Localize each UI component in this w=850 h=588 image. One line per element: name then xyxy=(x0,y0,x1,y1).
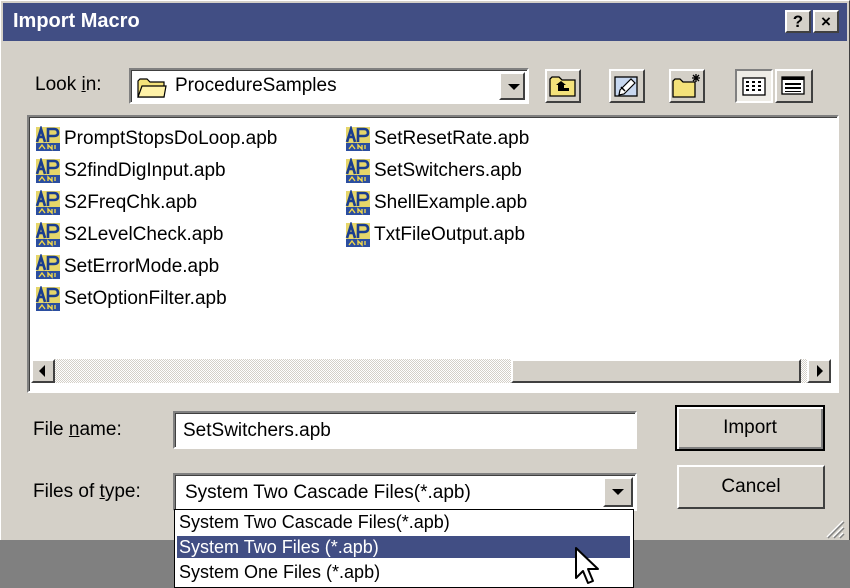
folder-icon xyxy=(137,78,167,98)
file-type-option[interactable]: System Two Cascade Files(*.apb) xyxy=(177,511,630,533)
file-name: TxtFileOutput.apb xyxy=(374,224,526,245)
files-of-type-value: System Two Cascade Files(*.apb) xyxy=(185,482,471,503)
files-of-type-dropdown-arrow[interactable] xyxy=(603,477,633,507)
look-in-dropdown-arrow[interactable] xyxy=(499,72,525,100)
file-name: ShellExample.apb xyxy=(374,192,528,213)
file-item[interactable]: SetSwitchers.apb xyxy=(345,158,522,184)
files-of-type-list[interactable]: System Two Cascade Files(*.apb) System Tw… xyxy=(174,509,634,588)
file-item[interactable]: PromptStopsDoLoop.apb xyxy=(35,126,277,152)
cancel-button[interactable]: Cancel xyxy=(677,465,825,509)
macro-file-icon xyxy=(35,158,60,183)
macro-file-icon xyxy=(345,190,370,215)
arrow-left-icon xyxy=(39,365,45,377)
file-item[interactable]: SetOptionFilter.apb xyxy=(35,286,227,312)
mouse-pointer-icon xyxy=(575,547,599,584)
up-one-level-button[interactable] xyxy=(545,69,581,103)
list-view-icon xyxy=(742,77,766,96)
file-list[interactable]: PromptStopsDoLoop.apb S2findDigInput.apb S… xyxy=(27,115,839,393)
horizontal-scrollbar[interactable] xyxy=(31,359,831,383)
list-view-button[interactable] xyxy=(735,69,773,103)
files-of-type-label: Files of type: xyxy=(33,481,141,502)
scroll-thumb[interactable] xyxy=(511,359,801,383)
desktop-button[interactable] xyxy=(609,69,645,103)
file-name-label: File name: xyxy=(33,419,122,440)
scroll-right-button[interactable] xyxy=(807,359,831,383)
resize-grip-icon[interactable] xyxy=(823,517,845,539)
file-name: S2findDigInput.apb xyxy=(64,160,226,181)
import-button[interactable]: Import xyxy=(675,405,825,451)
file-item[interactable]: S2FreqChk.apb xyxy=(35,190,197,216)
macro-file-icon xyxy=(35,190,60,215)
file-name: SetOptionFilter.apb xyxy=(64,288,227,309)
scroll-left-button[interactable] xyxy=(31,359,55,383)
up-folder-icon xyxy=(549,76,576,97)
look-in-dropdown[interactable]: ProcedureSamples xyxy=(129,68,529,104)
file-name: SetSwitchers.apb xyxy=(374,160,522,181)
macro-file-icon xyxy=(345,158,370,183)
details-view-icon xyxy=(781,76,805,95)
file-item[interactable]: ShellExample.apb xyxy=(345,190,527,216)
look-in-value: ProcedureSamples xyxy=(175,75,337,96)
files-of-type-dropdown[interactable]: System Two Cascade Files(*.apb) xyxy=(173,473,637,511)
macro-file-icon xyxy=(35,222,60,247)
file-item[interactable]: SetErrorMode.apb xyxy=(35,254,219,280)
file-name-input[interactable]: SetSwitchers.apb xyxy=(173,411,637,449)
file-name: PromptStopsDoLoop.apb xyxy=(64,128,278,149)
file-item[interactable]: TxtFileOutput.apb xyxy=(345,222,525,248)
file-item[interactable]: S2findDigInput.apb xyxy=(35,158,226,184)
new-folder-button[interactable] xyxy=(669,69,705,103)
close-button[interactable]: × xyxy=(813,10,839,33)
macro-file-icon xyxy=(345,126,370,151)
details-view-button[interactable] xyxy=(775,69,813,103)
arrow-right-icon xyxy=(817,365,823,377)
title-bar[interactable]: Import Macro ? × xyxy=(3,3,847,41)
new-folder-icon xyxy=(672,74,700,98)
macro-file-icon xyxy=(35,286,60,311)
desktop-icon xyxy=(614,76,638,97)
file-type-option[interactable]: System One Files (*.apb) xyxy=(177,561,630,583)
file-name: S2LevelCheck.apb xyxy=(64,224,224,245)
macro-file-icon xyxy=(35,254,60,279)
file-item[interactable]: S2LevelCheck.apb xyxy=(35,222,224,248)
macro-file-icon xyxy=(35,126,60,151)
file-name: SetResetRate.apb xyxy=(374,128,530,149)
look-in-label: Look in: xyxy=(35,74,102,95)
file-name: SetErrorMode.apb xyxy=(64,256,220,277)
macro-file-icon xyxy=(345,222,370,247)
file-item[interactable]: SetResetRate.apb xyxy=(345,126,529,152)
file-name-value: SetSwitchers.apb xyxy=(183,420,331,441)
file-type-option[interactable]: System Two Files (*.apb) xyxy=(177,536,630,558)
window-title: Import Macro xyxy=(13,10,140,32)
help-button[interactable]: ? xyxy=(785,10,811,33)
import-macro-dialog: Import Macro ? × Look in: ProcedureSampl… xyxy=(0,0,850,588)
file-name: S2FreqChk.apb xyxy=(64,192,198,213)
